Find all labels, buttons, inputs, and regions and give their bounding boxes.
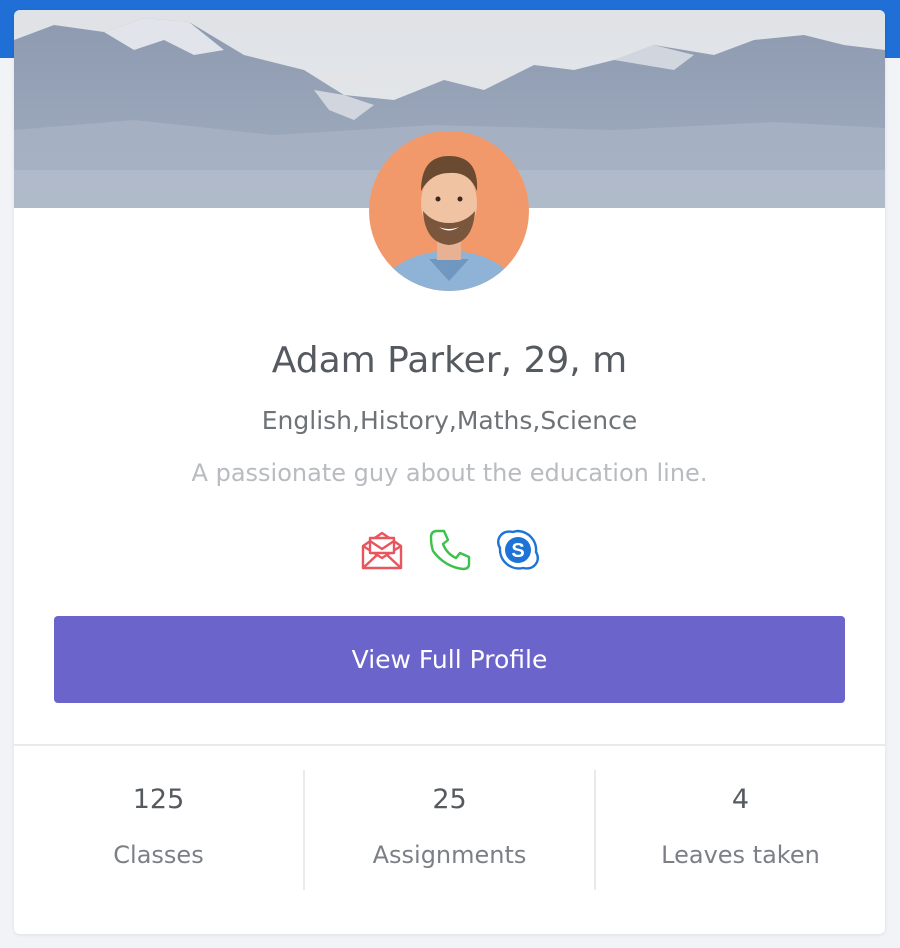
profile-card: Adam Parker, 29, m English,History,Maths… — [14, 10, 885, 934]
stat-label: Classes — [113, 841, 204, 869]
profile-name: Adam Parker, 29, m — [271, 340, 628, 381]
svg-text:S: S — [511, 540, 524, 562]
profile-subjects: English,History,Maths,Science — [261, 406, 638, 435]
stat-assignments: 25 Assignments — [303, 770, 594, 890]
profile-bio: A passionate guy about the education lin… — [191, 459, 708, 487]
stat-leaves: 4 Leaves taken — [594, 770, 885, 890]
stat-value: 25 — [432, 784, 467, 815]
view-full-profile-button[interactable]: View Full Profile — [54, 616, 845, 703]
stats-row: 125 Classes 25 Assignments 4 Leaves take… — [14, 770, 885, 890]
stat-label: Assignments — [372, 841, 527, 869]
stat-value: 4 — [731, 784, 750, 815]
stat-value: 125 — [132, 784, 185, 815]
mail-icon[interactable] — [358, 526, 406, 574]
avatar — [369, 131, 529, 291]
stat-classes: 125 Classes — [14, 770, 303, 890]
phone-icon[interactable] — [426, 526, 474, 574]
divider — [14, 744, 885, 746]
skype-icon[interactable]: S — [494, 526, 542, 574]
contact-icons: S — [14, 526, 885, 574]
stat-label: Leaves taken — [661, 841, 820, 869]
